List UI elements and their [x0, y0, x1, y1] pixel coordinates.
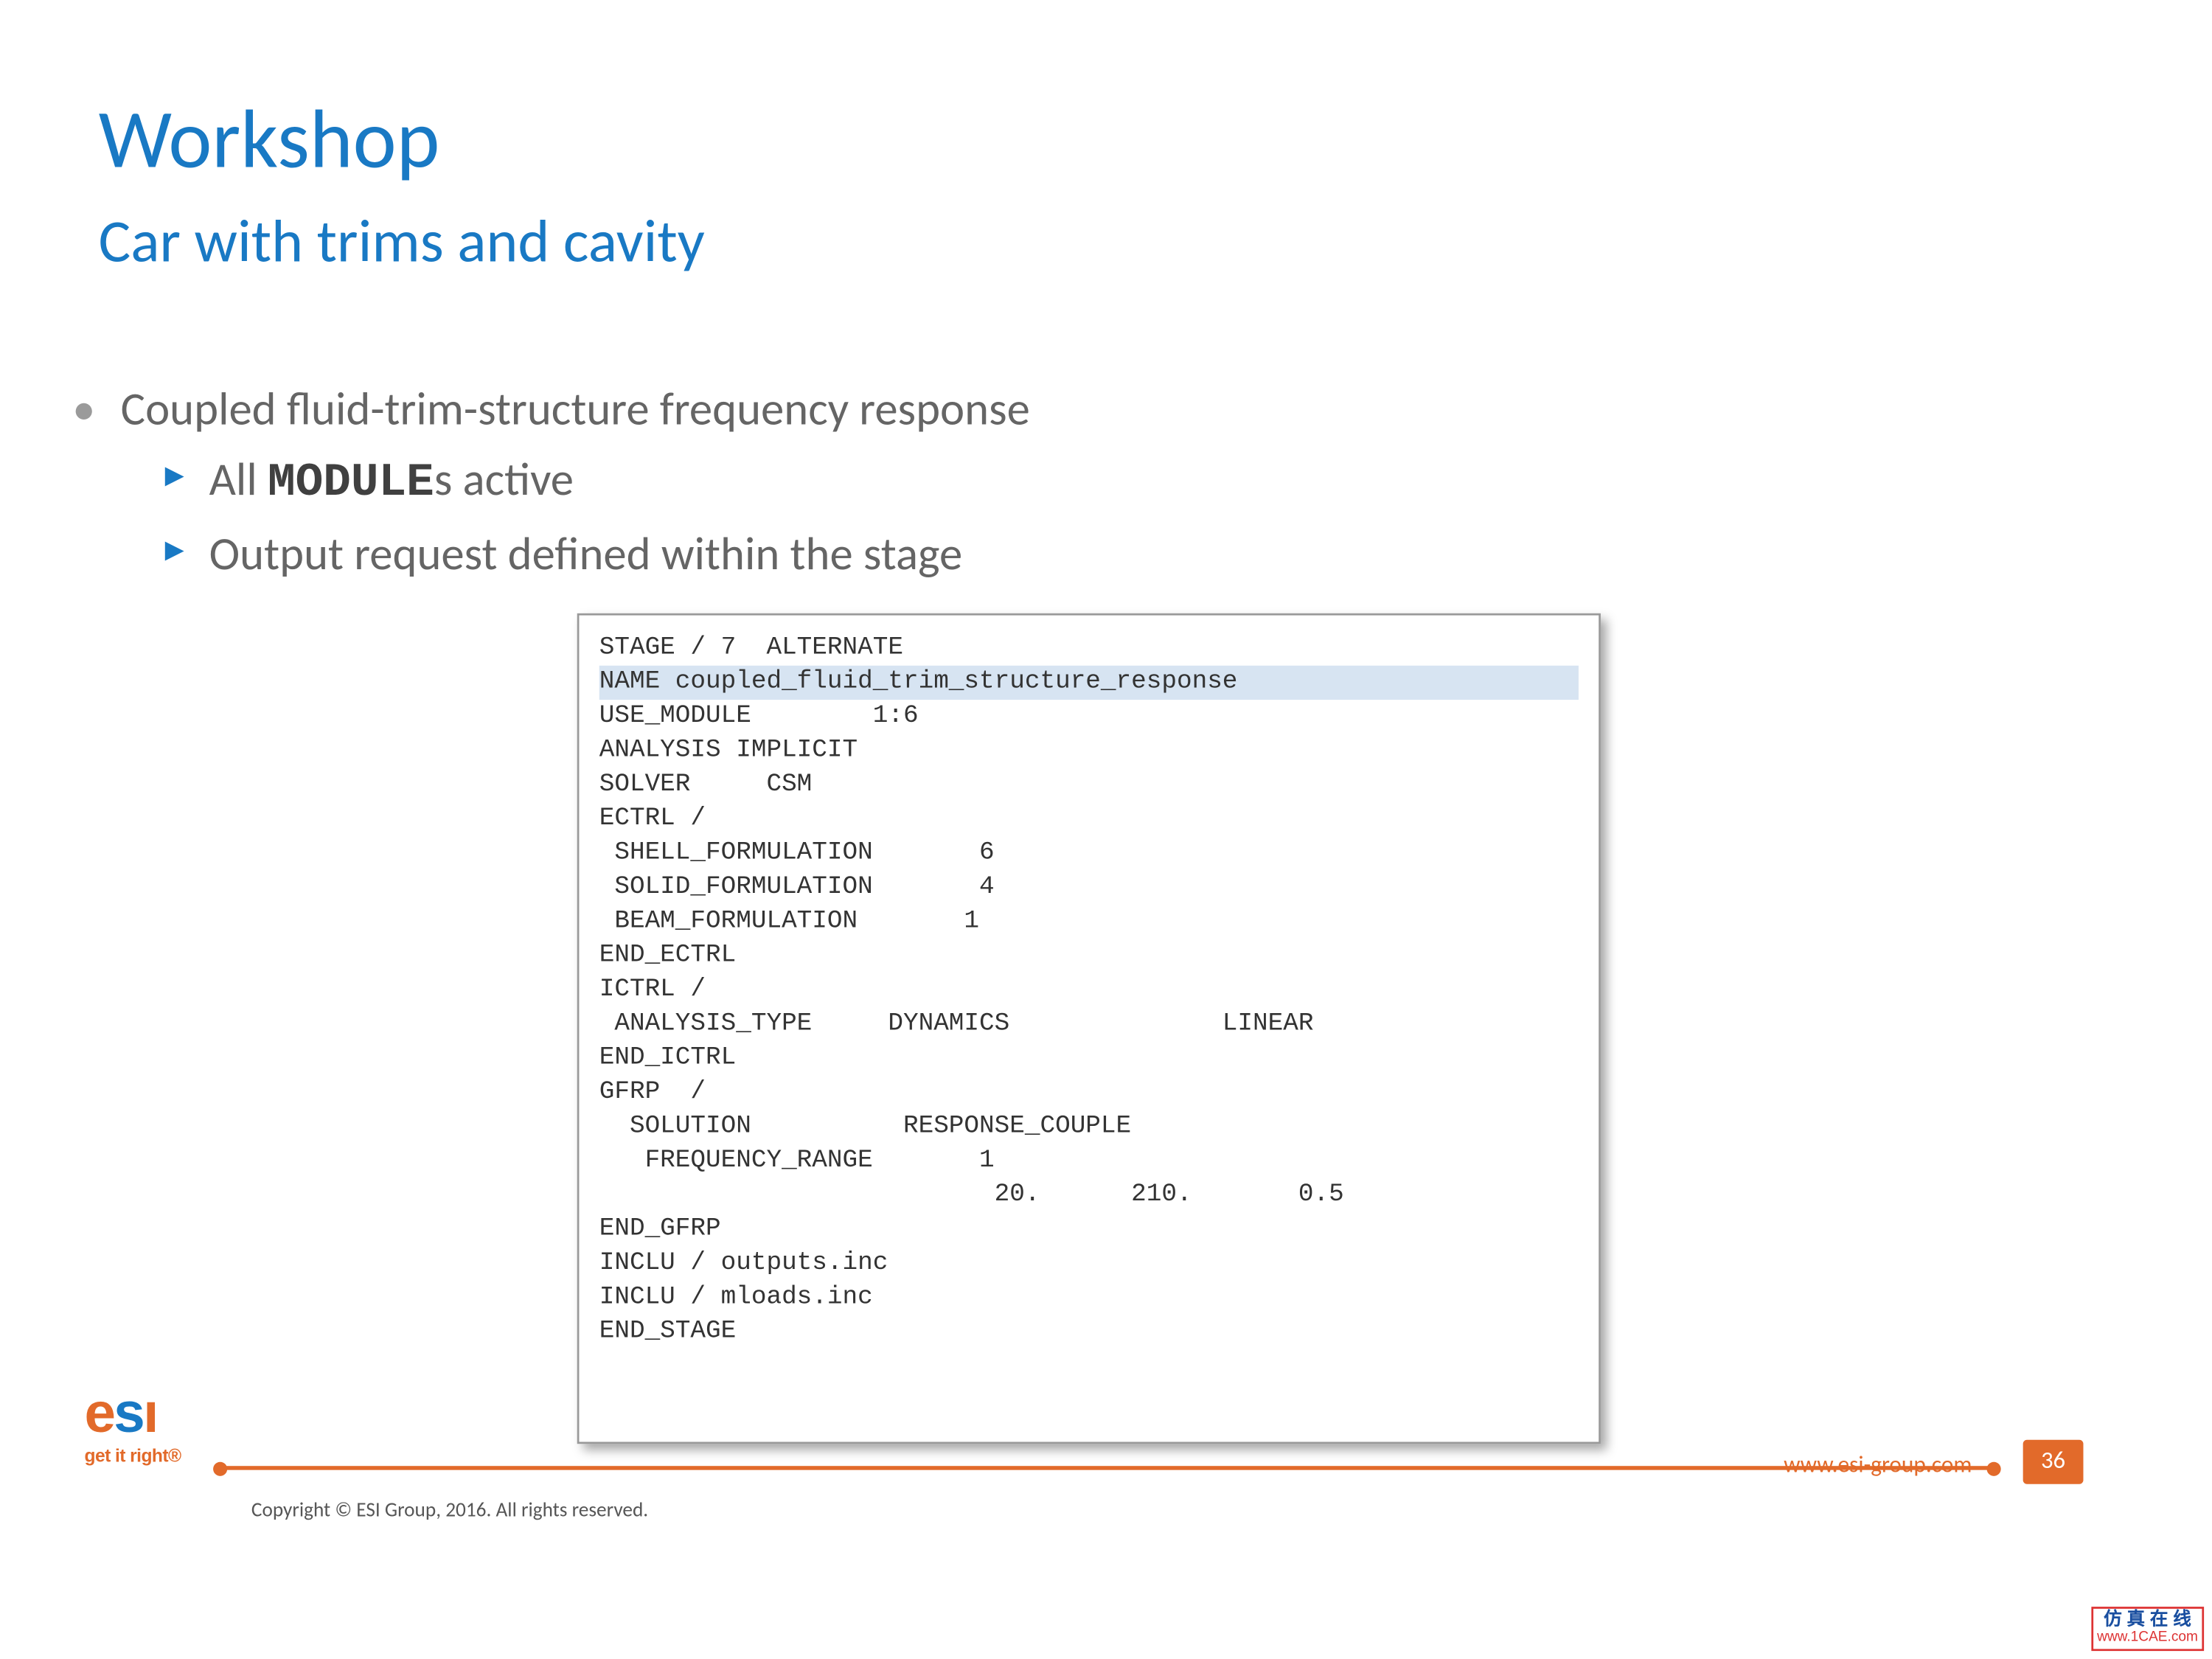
- code-line-highlight: NAME coupled_fluid_trim_structure_respon…: [599, 666, 1579, 700]
- bullet3-text: Output request defined within the stage: [209, 527, 963, 583]
- code-line: SOLVER CSM: [599, 771, 813, 799]
- bullet-level1: • Coupled fluid-trim-structure frequency…: [121, 382, 1030, 438]
- logo-mark-icon: esı: [85, 1382, 181, 1446]
- bullet2-pre: All: [209, 453, 268, 509]
- code-line: 20. 210. 0.5: [599, 1180, 1344, 1208]
- logo-tagline: get it right®: [85, 1446, 181, 1466]
- bullet2-code: MODULE: [268, 456, 434, 509]
- watermark-cn: 仿 真 在 线: [2104, 1609, 2191, 1629]
- bullet-dot-icon: •: [72, 382, 95, 438]
- code-line: END_ECTRL: [599, 941, 737, 969]
- code-line: ECTRL /: [599, 804, 706, 832]
- arrow-right-icon: ▸: [165, 453, 184, 499]
- slide-subtitle: Car with trims and cavity: [99, 205, 705, 279]
- code-line: END_ICTRL: [599, 1043, 737, 1071]
- footer-url: www.esi-group.com: [1784, 1452, 1972, 1480]
- page-number: 36: [2041, 1448, 2065, 1476]
- code-line: FREQUENCY_RANGE 1: [599, 1147, 995, 1175]
- code-line: ICTRL /: [599, 975, 706, 1004]
- code-line: SOLID_FORMULATION 4: [599, 873, 995, 901]
- copyright-text: Copyright © ESI Group, 2016. All rights …: [251, 1496, 648, 1522]
- code-line: INCLU / mloads.inc: [599, 1283, 873, 1311]
- code-line: GFRP /: [599, 1078, 706, 1106]
- bullet-level2: ▸ Output request defined within the stag…: [209, 527, 963, 583]
- slide: Workshop Car with trims and cavity • Cou…: [0, 0, 2212, 1659]
- bullet-level2: ▸ All MODULEs active: [209, 453, 574, 509]
- code-line: SHELL_FORMULATION 6: [599, 838, 995, 866]
- bullet2-post: s active: [434, 453, 574, 509]
- code-line: STAGE / 7 ALTERNATE: [599, 633, 903, 661]
- watermark-url: www.1CAE.com: [2097, 1629, 2198, 1649]
- esi-logo: esı get it right®: [85, 1382, 181, 1467]
- arrow-right-icon: ▸: [165, 527, 184, 574]
- code-line: INCLU / outputs.inc: [599, 1249, 888, 1277]
- code-block: STAGE / 7 ALTERNATE NAME coupled_fluid_t…: [577, 613, 1601, 1444]
- code-line: END_STAGE: [599, 1317, 737, 1345]
- watermark: 仿 真 在 线 www.1CAE.com: [2091, 1607, 2204, 1651]
- code-line: SOLUTION RESPONSE_COUPLE: [599, 1112, 1131, 1140]
- page-number-badge: 36: [2023, 1440, 2084, 1484]
- code-line: ANALYSIS_TYPE DYNAMICS LINEAR: [599, 1009, 1314, 1037]
- bullet1-text: Coupled fluid-trim-structure frequency r…: [121, 382, 1030, 438]
- slide-title: Workshop: [99, 91, 440, 191]
- footer-divider: [219, 1466, 1994, 1470]
- code-line: ANALYSIS IMPLICIT: [599, 736, 858, 764]
- code-line: END_GFRP: [599, 1214, 721, 1242]
- code-line: BEAM_FORMULATION 1: [599, 907, 979, 935]
- code-line: USE_MODULE 1:6: [599, 702, 919, 730]
